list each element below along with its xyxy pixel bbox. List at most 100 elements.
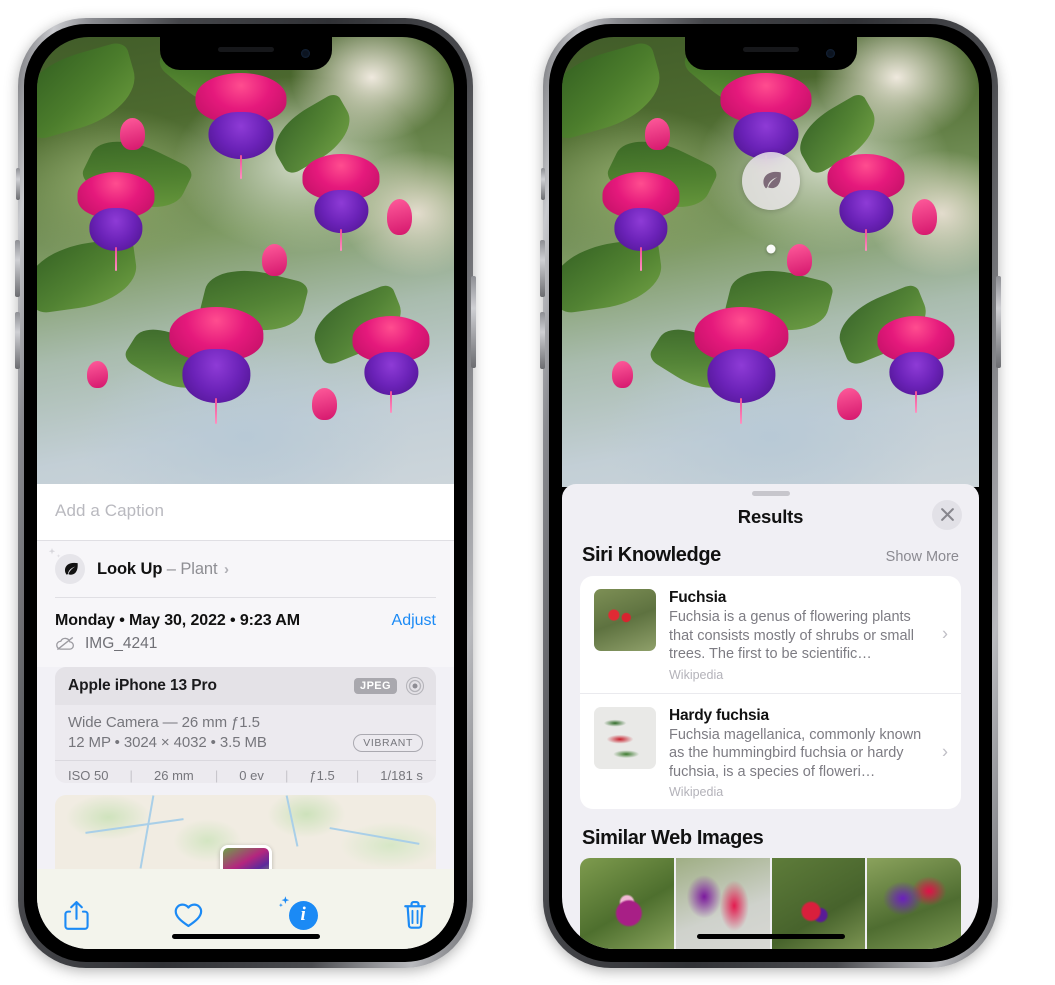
volume-down-button[interactable]	[540, 312, 545, 369]
result-body: Hardy fuchsia Fuchsia magellanica, commo…	[669, 707, 949, 800]
close-icon	[940, 508, 954, 522]
home-indicator[interactable]	[696, 934, 845, 939]
web-image-tile[interactable]	[867, 857, 961, 949]
iphone-right-frame: Results Siri Knowledge Show More Fuchsia…	[540, 18, 1001, 968]
notch	[684, 37, 857, 70]
caption-input[interactable]: Add a Caption	[37, 484, 454, 540]
look-up-label: Look Up – Plant ›	[97, 560, 229, 579]
screen-left: Add a Caption Look Up – Plant › Monday •…	[37, 37, 454, 949]
results-sheet: Results Siri Knowledge Show More Fuchsia…	[562, 484, 979, 949]
format-badge: JPEG	[354, 677, 397, 694]
photo-view-right[interactable]	[562, 37, 979, 487]
adjust-button[interactable]: Adjust	[392, 612, 436, 630]
front-camera-icon	[825, 49, 835, 58]
result-body: Fuchsia Fuchsia is a genus of flowering …	[669, 589, 949, 682]
mute-switch[interactable]	[541, 168, 545, 200]
camera-header-badges: JPEG	[354, 676, 425, 696]
volume-up-button[interactable]	[540, 240, 545, 297]
result-thumbnail	[594, 588, 656, 651]
chevron-right-icon: ›	[942, 623, 948, 644]
iphone-left-frame: Add a Caption Look Up – Plant › Monday •…	[15, 18, 476, 968]
similar-web-images-header: Similar Web Images	[562, 809, 979, 858]
result-description: Fuchsia magellanica, commonly known as t…	[669, 726, 922, 780]
exif-separator: |	[129, 767, 133, 783]
lens-line: Wide Camera — 26 mm ƒ1.5	[68, 713, 260, 731]
earpiece-speaker	[217, 47, 274, 52]
resolution-line: 12 MP • 3024 × 4032 • 3.5 MB	[68, 734, 267, 751]
power-button[interactable]	[471, 276, 476, 368]
show-more-button[interactable]: Show More	[886, 549, 959, 565]
results-header: Results	[562, 496, 979, 544]
siri-knowledge-header: Siri Knowledge Show More	[562, 544, 979, 576]
look-up-title: Look Up	[97, 559, 163, 578]
home-indicator[interactable]	[171, 934, 320, 939]
info-sparkle-icon: i	[278, 895, 318, 930]
camera-card-body: Wide Camera — 26 mm ƒ1.5 12 MP • 3024 × …	[55, 705, 436, 760]
look-up-row[interactable]: Look Up – Plant ›	[37, 540, 454, 597]
exif-shutter: 1/181 s	[380, 767, 423, 783]
earpiece-speaker	[742, 47, 799, 52]
metadata-block: Monday • May 30, 2022 • 9:23 AM Adjust I…	[37, 597, 454, 667]
mute-switch[interactable]	[16, 168, 20, 200]
exif-separator: |	[214, 767, 219, 783]
visual-lookup-badge[interactable]	[741, 152, 800, 210]
camera-card-header: Apple iPhone 13 Pro JPEG	[55, 666, 436, 705]
exif-focal: 26 mm	[154, 767, 194, 783]
file-name: IMG_4241	[85, 634, 158, 652]
map-photo-pin[interactable]	[219, 845, 272, 870]
volume-down-button[interactable]	[15, 312, 20, 369]
result-description: Fuchsia is a genus of flowering plants t…	[669, 608, 914, 663]
delete-button[interactable]	[402, 900, 428, 930]
siri-knowledge-card: Fuchsia Fuchsia is a genus of flowering …	[580, 575, 961, 809]
look-up-dash: –	[166, 559, 176, 578]
device-bezel: Results Siri Knowledge Show More Fuchsia…	[549, 24, 992, 962]
device-bezel: Add a Caption Look Up – Plant › Monday •…	[24, 24, 467, 962]
exif-aperture: ƒ1.5	[309, 767, 335, 783]
visual-lookup-pointer-dot	[766, 244, 775, 253]
result-title: Hardy fuchsia	[669, 706, 769, 724]
date-row: Monday • May 30, 2022 • 9:23 AM Adjust	[55, 598, 436, 632]
result-source: Wikipedia	[669, 667, 724, 682]
section-title-siri-knowledge: Siri Knowledge	[582, 543, 721, 566]
leaf-icon	[48, 548, 85, 584]
photo-info-sheet: Add a Caption Look Up – Plant › Monday •…	[37, 484, 454, 949]
chevron-right-icon: ›	[942, 741, 948, 762]
result-source: Wikipedia	[669, 785, 724, 800]
photo-view-left[interactable]	[37, 37, 454, 487]
chevron-right-icon: ›	[223, 560, 229, 578]
look-up-subject: Plant	[180, 559, 218, 578]
exif-ev: 0 ev	[239, 767, 264, 783]
icloud-slash-icon	[56, 636, 74, 651]
leaf-glyph	[64, 562, 78, 575]
list-item[interactable]: Hardy fuchsia Fuchsia magellanica, commo…	[580, 692, 961, 809]
exif-iso: ISO 50	[68, 767, 109, 783]
share-icon	[64, 900, 89, 930]
share-button[interactable]	[63, 900, 90, 931]
exif-separator: |	[284, 767, 289, 783]
leaf-icon	[762, 171, 781, 189]
section-title-similar-web-images: Similar Web Images	[582, 826, 764, 849]
result-thumbnail	[594, 706, 656, 769]
photographic-style-badge: VIBRANT	[353, 733, 423, 752]
heart-icon	[174, 903, 203, 928]
favorite-button[interactable]	[174, 901, 204, 929]
location-map[interactable]	[55, 795, 436, 870]
camera-info-card[interactable]: Apple iPhone 13 Pro JPEG Wide Camera — 2…	[55, 666, 436, 784]
page-title: Results	[737, 505, 804, 527]
sparkles-icon	[48, 548, 61, 558]
close-button[interactable]	[932, 499, 962, 530]
sparkles-icon	[278, 895, 289, 907]
trash-icon	[404, 901, 426, 929]
exif-separator: |	[355, 767, 360, 783]
list-item[interactable]: Fuchsia Fuchsia is a genus of flowering …	[580, 576, 961, 693]
notch	[159, 37, 332, 70]
web-image-tile[interactable]	[580, 857, 674, 949]
front-camera-icon	[300, 49, 310, 58]
aperture-icon[interactable]	[405, 676, 425, 696]
capture-date: Monday • May 30, 2022 • 9:23 AM	[55, 611, 300, 629]
result-title: Fuchsia	[669, 588, 727, 606]
resolution-row: 12 MP • 3024 × 4032 • 3.5 MB VIBRANT	[68, 733, 423, 752]
volume-up-button[interactable]	[15, 240, 20, 297]
info-button[interactable]: i	[278, 895, 318, 930]
power-button[interactable]	[996, 276, 1001, 368]
